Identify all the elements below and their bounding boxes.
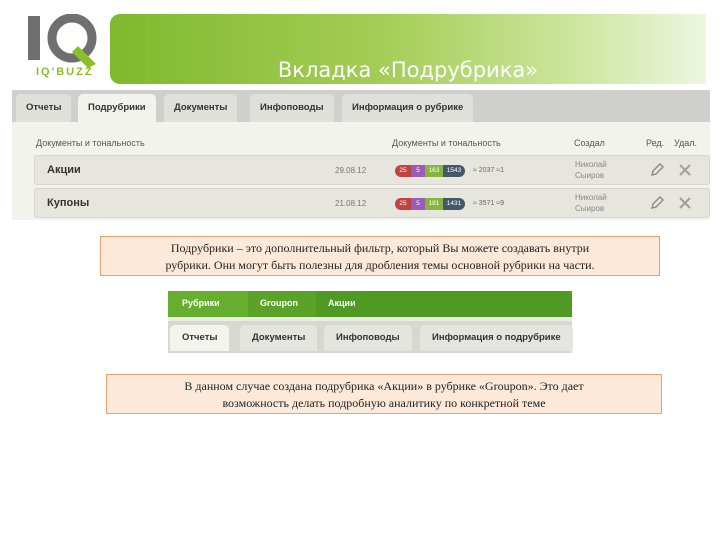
subrubric-name[interactable]: Купоны [47, 197, 89, 209]
subrubric-screenshot: Отчеты Подрубрики Документы Инфоповоды И… [12, 90, 710, 220]
tone-positive: 163 [425, 165, 443, 177]
subrubric-nav-screenshot: Рубрики Groupon Акции Отчеты Документы И… [168, 291, 573, 353]
tab-documents[interactable]: Документы [164, 94, 238, 122]
header-delete: Удал. [674, 138, 698, 148]
tab-reports[interactable]: Отчеты [170, 325, 230, 351]
tone-mixed: 5 [411, 198, 425, 210]
note-line: В данном случае создана подрубрика «Акци… [184, 379, 584, 393]
subrubric-name[interactable]: Акции [47, 164, 81, 176]
rubric-tab-bar: Отчеты Подрубрики Документы Инфоповоды И… [12, 90, 710, 122]
row-stats: ≈ 2037 ≈1 [473, 167, 505, 174]
tone-bar: 25 5 163 1543 [395, 165, 465, 177]
table-row[interactable]: Купоны 21.08.12 25 5 181 1431 ≈ 3571 ≈9 … [34, 188, 710, 218]
row-author: Николай Сыиров [575, 159, 607, 181]
example-note: В данном случае создана подрубрика «Акци… [106, 374, 662, 414]
row-stats: ≈ 3571 ≈9 [473, 200, 505, 207]
slide-title: Вкладка «Подрубрика» [277, 58, 539, 82]
subrubric-tab-bar: Отчеты Документы Инфоповоды Информация о… [168, 321, 573, 353]
close-icon[interactable] [677, 162, 693, 178]
explanation-note: Подрубрики – это дополнительный фильтр, … [100, 236, 660, 276]
header-doc-tone: Документы и тональность [36, 138, 145, 148]
iq-logo-mark [28, 13, 97, 68]
note-line: Подрубрики – это дополнительный фильтр, … [170, 241, 590, 255]
tab-subrubric-info[interactable]: Информация о подрубрике [420, 325, 573, 351]
tab-infopovody[interactable]: Инфоповоды [250, 94, 334, 122]
row-author: Николай Сыиров [575, 192, 607, 214]
breadcrumb-groupon[interactable]: Groupon [260, 298, 298, 308]
logo-wordmark: IQ'BUZZ [36, 66, 94, 78]
breadcrumb: Рубрики Groupon Акции [168, 291, 572, 317]
note-line: возможность делать подробную аналитику п… [222, 396, 546, 410]
row-date: 29.08.12 [335, 166, 367, 175]
note-line: рубрики. Они могут быть полезны для дроб… [165, 258, 595, 272]
tone-mixed: 5 [411, 165, 425, 177]
pencil-icon[interactable] [649, 195, 665, 211]
header-doc-tone-2: Документы и тональность [392, 138, 501, 148]
tone-negative: 25 [395, 165, 411, 177]
header-created: Создал [574, 138, 605, 148]
tone-neutral: 1431 [443, 198, 465, 210]
pencil-icon[interactable] [649, 162, 665, 178]
header-edit: Ред. [646, 138, 665, 148]
title-banner: Вкладка «Подрубрика» [110, 14, 706, 84]
tab-reports[interactable]: Отчеты [16, 94, 72, 122]
table-row[interactable]: Акции 29.08.12 25 5 163 1543 ≈ 2037 ≈1 Н… [34, 155, 710, 185]
breadcrumb-current: Акции [328, 298, 356, 308]
tone-negative: 25 [395, 198, 411, 210]
tab-subrubrics[interactable]: Подрубрики [78, 94, 156, 122]
tone-positive: 181 [425, 198, 443, 210]
author-first-name: Николай [575, 193, 607, 202]
table-header: Документы и тональность Документы и тона… [34, 134, 710, 152]
author-first-name: Николай [575, 160, 607, 169]
breadcrumb-rubrics[interactable]: Рубрики [182, 298, 220, 308]
row-date: 21.08.12 [335, 199, 367, 208]
tab-rubric-info[interactable]: Информация о рубрике [342, 94, 474, 122]
author-last-name: Сыиров [575, 171, 605, 180]
tab-documents[interactable]: Документы [240, 325, 318, 351]
tab-infopovody[interactable]: Инфоповоды [324, 325, 412, 351]
tone-neutral: 1543 [443, 165, 465, 177]
close-icon[interactable] [677, 195, 693, 211]
author-last-name: Сыиров [575, 204, 605, 213]
tone-bar: 25 5 181 1431 [395, 198, 465, 210]
